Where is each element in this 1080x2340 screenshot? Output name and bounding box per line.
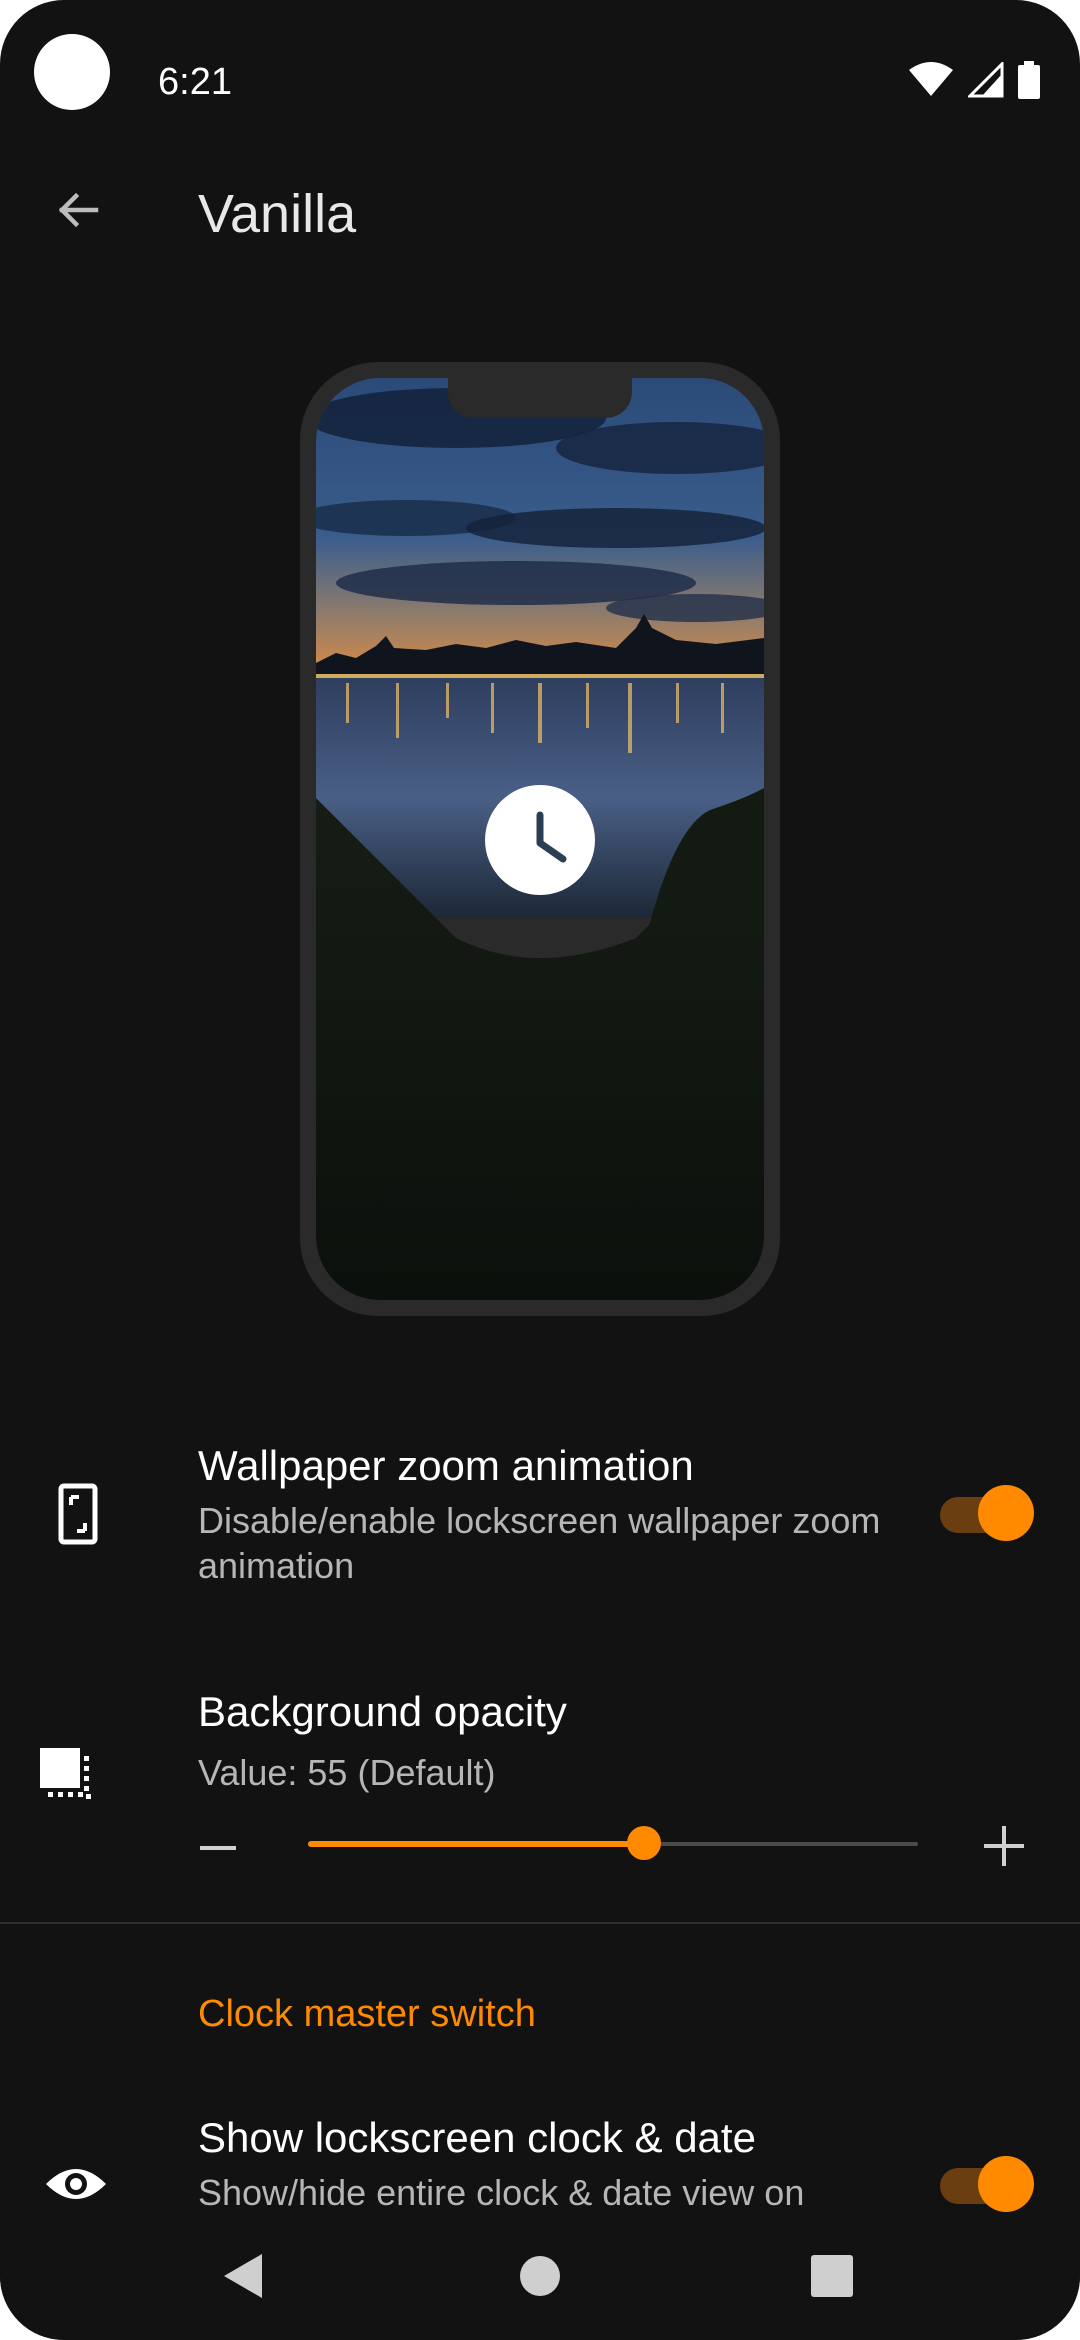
toggle-thumb (978, 1485, 1034, 1541)
eye-icon (38, 2146, 114, 2222)
nav-home-button[interactable] (510, 2246, 570, 2306)
section-header-clock: Clock master switch (198, 1993, 536, 2035)
show-clock-title: Show lockscreen clock & date (198, 2114, 756, 2161)
recents-square-icon (811, 2255, 853, 2297)
show-clock-toggle[interactable] (940, 2156, 1034, 2212)
opacity-icon (28, 1736, 104, 1812)
battery-icon (1018, 61, 1040, 99)
preview-notch (448, 376, 632, 418)
back-triangle-icon (224, 2254, 262, 2298)
opacity-slider[interactable] (308, 1826, 918, 1860)
slider-fill (308, 1841, 644, 1847)
status-icons (908, 60, 1040, 100)
device-screen: 6:21 Vanilla Wallpaper zoom animation Di… (0, 0, 1080, 2340)
phone-zoom-icon (40, 1476, 116, 1552)
camera-cutout (34, 34, 110, 110)
navigation-bar (0, 2226, 1080, 2340)
show-clock-summary: Show/hide entire clock & date view on (198, 2172, 805, 2213)
back-button[interactable] (40, 172, 116, 248)
nav-back-button[interactable] (214, 2246, 274, 2306)
arrow-back-icon (58, 192, 99, 228)
wifi-icon (909, 62, 953, 96)
background-opacity-title: Background opacity (198, 1688, 567, 1735)
slider-increase-button[interactable] (980, 1822, 1028, 1870)
clock-icon (485, 785, 595, 895)
home-circle-icon (520, 2256, 560, 2296)
section-divider (0, 1922, 1080, 1924)
status-time: 6:21 (158, 61, 232, 103)
wallpaper-zoom-toggle[interactable] (940, 1485, 1034, 1541)
nav-recents-button[interactable] (802, 2246, 862, 2306)
wallpaper-zoom-title: Wallpaper zoom animation (198, 1442, 694, 1489)
wallpaper-zoom-summary: Disable/enable lockscreen wallpaper zoom… (198, 1500, 881, 1586)
background-opacity-value: Value: 55 (Default) (198, 1752, 496, 1793)
cellular-signal-icon (968, 62, 1004, 98)
page-title: Vanilla (198, 184, 357, 244)
status-bar: 6:21 (0, 0, 1080, 150)
slider-decrease-button[interactable] (196, 1826, 240, 1870)
toggle-thumb (978, 2156, 1034, 2212)
slider-thumb[interactable] (626, 1826, 661, 1860)
